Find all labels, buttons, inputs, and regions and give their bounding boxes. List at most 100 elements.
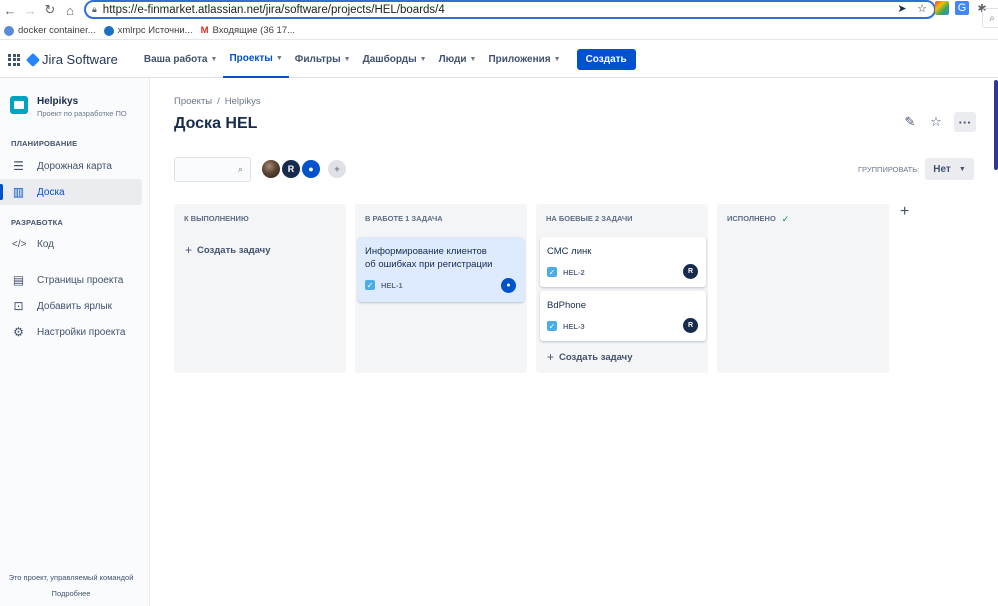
top-navigation: Jira Software Ваша работа ▼ Проекты ▼ Филь… <box>0 42 998 78</box>
project-header[interactable]: Helpikys Проект по разработке ПО <box>10 96 127 118</box>
create-issue-button[interactable]: + Создать задачу <box>547 350 632 364</box>
column-in-progress: В РАБОТЕ 1 ЗАДАЧА Информирование клиенто… <box>355 204 527 373</box>
chevron-down-icon: ▼ <box>275 55 283 62</box>
gear-icon: ⚙ <box>13 325 24 339</box>
checkmark-icon: ✓ <box>781 214 790 224</box>
assignee-avatar[interactable]: R <box>683 264 698 279</box>
user-avatar-icon[interactable]: ● <box>300 158 322 180</box>
issue-card[interactable]: СМС линк ✓ HEL-2 R <box>540 237 706 287</box>
home-icon[interactable]: ⌂ <box>60 0 80 20</box>
project-sidebar: Helpikys Проект по разработке ПО ПЛАНИРО… <box>0 78 150 606</box>
create-button[interactable]: Создать <box>576 49 636 70</box>
chevron-down-icon: ▼ <box>419 56 427 63</box>
back-icon[interactable]: ← <box>0 0 20 20</box>
reload-icon[interactable]: ↻ <box>40 0 60 20</box>
page-scrollbar[interactable] <box>994 80 998 170</box>
menu-dashboards[interactable]: Дашборды ▼ <box>357 42 433 78</box>
menu-projects[interactable]: Проекты ▼ <box>223 42 289 78</box>
bookmark-item[interactable]: M Входящие (36 17... <box>201 25 295 36</box>
chevron-down-icon: ▼ <box>210 56 218 63</box>
sidebar-item-code[interactable]: </> Код <box>0 231 142 257</box>
address-bar[interactable]: 🔒︎ https://e-finmarket.atlassian.net/jir… <box>84 0 936 19</box>
translate-icon[interactable]: G <box>955 1 969 15</box>
sidebar-item-board[interactable]: ▥ Доска <box>0 179 142 205</box>
task-icon: ✓ <box>365 280 375 290</box>
assignee-avatar[interactable]: R <box>683 318 698 333</box>
page-title: Доска HEL <box>174 115 258 132</box>
issue-summary: BdPhone <box>547 300 587 311</box>
group-by: ГРУППИРОВАТЬ: Нет ▼ <box>858 158 974 180</box>
project-type: Проект по разработке ПО <box>37 109 127 118</box>
group-by-select[interactable]: Нет ▼ <box>925 158 974 180</box>
add-people-icon[interactable]: + <box>326 158 348 180</box>
plus-icon: + <box>185 243 193 257</box>
breadcrumb-project[interactable]: Helpikys <box>225 96 261 107</box>
project-avatar <box>10 96 28 114</box>
task-icon: ✓ <box>547 267 557 277</box>
issue-meta: ✓ HEL-3 <box>547 321 585 331</box>
app-switcher-icon[interactable] <box>8 53 20 66</box>
board-search-input[interactable]: ⌕ <box>174 157 251 182</box>
sidebar-item-settings[interactable]: ⚙ Настройки проекта <box>0 319 142 345</box>
bookmarks-bar: docker container... xmlrpc Источни... M … <box>0 22 998 40</box>
star-icon[interactable]: ☆ <box>928 114 944 130</box>
menu-apps[interactable]: Приложения ▼ <box>482 42 566 78</box>
jira-diamond-icon <box>25 52 41 67</box>
issue-card[interactable]: Информирование клиентов об ошибках при р… <box>358 237 524 302</box>
issue-meta: ✓ HEL-2 <box>547 267 585 277</box>
add-shortcut-icon: ⊡ <box>13 299 24 313</box>
chevron-down-icon: ▼ <box>553 56 561 63</box>
issue-key: HEL-3 <box>563 321 585 331</box>
xmlrpc-icon <box>103 25 114 36</box>
sidebar-item-pages[interactable]: ▤ Страницы проекта <box>0 267 142 293</box>
bookmark-star-icon[interactable]: ☆ <box>915 1 929 15</box>
sidebar-footer-text: Это проект, управляемый командой <box>8 573 134 582</box>
bookmark-item[interactable]: docker container... <box>4 25 96 36</box>
learn-more-link[interactable]: Подробнее <box>0 589 142 598</box>
menu-people[interactable]: Люди ▼ <box>433 42 483 78</box>
sidebar-item-add-shortcut[interactable]: ⊡ Добавить ярлык <box>0 293 142 319</box>
create-issue-button[interactable]: + Создать задачу <box>185 243 270 257</box>
task-icon: ✓ <box>547 321 557 331</box>
header-actions: ✎ ☆ ··· <box>902 112 976 132</box>
assignee-avatar[interactable]: ● <box>501 278 516 293</box>
roadmap-icon: ☰ <box>13 159 24 173</box>
global-search-icon[interactable]: ⌕ <box>982 8 998 28</box>
forward-icon[interactable]: → <box>20 0 40 20</box>
code-icon: </> <box>12 238 27 250</box>
chevron-down-icon: ▼ <box>958 165 966 173</box>
group-by-label: ГРУППИРОВАТЬ: <box>858 164 920 174</box>
column-title: НА БОЕВЫЕ 2 ЗАДАЧИ <box>546 214 633 223</box>
menu-your-work[interactable]: Ваша работа ▼ <box>138 42 224 78</box>
lock-icon: 🔒︎ <box>92 4 97 14</box>
breadcrumb-separator: / <box>217 96 220 107</box>
section-planning: ПЛАНИРОВАНИЕ <box>11 139 78 148</box>
avatar[interactable]: R <box>280 158 302 180</box>
column-title: К ВЫПОЛНЕНИЮ <box>184 214 249 223</box>
sidebar-item-roadmap[interactable]: ☰ Дорожная карта <box>0 153 142 179</box>
issue-card[interactable]: BdPhone ✓ HEL-3 R <box>540 291 706 341</box>
pin-icon[interactable]: ✎ <box>902 114 918 130</box>
breadcrumb-projects[interactable]: Проекты <box>174 96 212 107</box>
avatar[interactable] <box>260 158 282 180</box>
menu-filters[interactable]: Фильтры ▼ <box>289 42 357 78</box>
assignee-filter: R ● + <box>260 158 348 180</box>
column-title: ИСПОЛНЕНО ✓ <box>727 214 790 224</box>
more-actions-icon[interactable]: ··· <box>954 112 976 132</box>
column-done: ИСПОЛНЕНО ✓ <box>717 204 889 373</box>
add-column-icon[interactable]: + <box>900 203 909 221</box>
issue-summary: Информирование клиентов об ошибках при р… <box>365 246 493 270</box>
issue-key: HEL-2 <box>563 267 585 277</box>
send-icon[interactable]: ➤ <box>895 1 909 15</box>
issue-summary: СМС линк <box>547 246 592 257</box>
search-icon: ⌕ <box>237 164 243 174</box>
bookmark-item[interactable]: xmlrpc Источни... <box>103 25 193 36</box>
column-todo: К ВЫПОЛНЕНИЮ + Создать задачу <box>174 204 346 373</box>
docker-icon <box>4 25 14 36</box>
issue-meta: ✓ HEL-1 <box>365 280 403 290</box>
jira-logo[interactable]: Jira Software <box>25 52 118 67</box>
extension-icon[interactable] <box>935 1 949 15</box>
column-title: В РАБОТЕ 1 ЗАДАЧА <box>365 214 443 223</box>
plus-icon: + <box>547 350 555 364</box>
project-name: Helpikys <box>37 96 79 107</box>
